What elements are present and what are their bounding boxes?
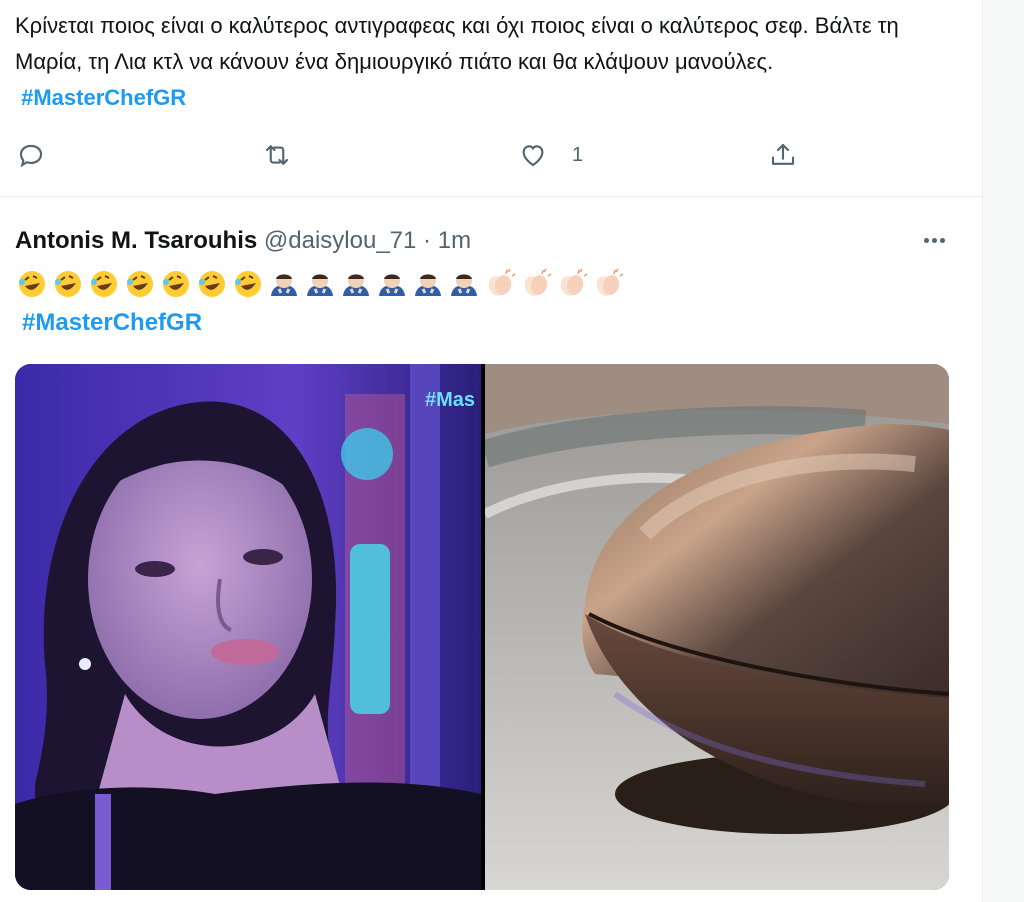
retweet-button[interactable] <box>262 140 292 170</box>
tweet-text: Κρίνεται ποιος είναι ο καλύτερος αντιγρα… <box>15 8 915 116</box>
share-button[interactable] <box>768 140 798 170</box>
hashtag-link[interactable]: #MasterChefGR <box>22 306 202 340</box>
author-name[interactable]: Antonis M. Tsarouhis <box>15 227 257 254</box>
tweet-divider <box>0 196 982 197</box>
tweet-body: Κρίνεται ποιος είναι ο καλύτερος αντιγρα… <box>15 13 899 74</box>
rofl-emoji-icon <box>55 271 81 297</box>
bowing-man-emoji-icon <box>343 274 369 296</box>
like-count: 1 <box>572 143 584 166</box>
clapping-hands-emoji-icon <box>488 268 516 296</box>
bowing-man-emoji-icon <box>451 274 477 296</box>
tweet-header: Antonis M. Tsarouhis @daisylou_71 · 1m <box>15 224 471 258</box>
like-button[interactable]: 1 <box>518 140 583 170</box>
tweet-media[interactable]: #Mas <box>15 364 949 890</box>
clapping-hands-emoji-icon <box>596 268 624 296</box>
rofl-emoji-icon <box>19 271 45 297</box>
rofl-emoji-icon <box>163 271 189 297</box>
reply-icon <box>19 144 43 168</box>
rofl-emoji-icon <box>235 271 261 297</box>
overlay-hashtag-text: #Mas <box>425 389 475 411</box>
retweet-icon <box>265 145 289 165</box>
clapping-hands-emoji-icon <box>524 268 552 296</box>
scrollbar-track[interactable] <box>982 0 1024 902</box>
reply-button[interactable] <box>16 140 46 170</box>
hashtag-link[interactable]: #MasterChefGR <box>21 85 186 110</box>
bowing-man-emoji-icon <box>307 274 333 296</box>
rofl-emoji-icon <box>91 271 117 297</box>
more-dot-icon <box>931 237 937 243</box>
share-icon <box>771 143 795 165</box>
photo-woman[interactable]: #Mas <box>15 364 481 890</box>
rofl-emoji-icon <box>127 271 153 297</box>
bowing-man-emoji-icon <box>379 274 405 296</box>
bowing-man-emoji-icon <box>271 274 297 296</box>
more-options-button[interactable] <box>918 226 950 254</box>
meta-separator: · <box>423 227 432 254</box>
tweet-timestamp[interactable]: 1m <box>438 227 471 254</box>
clapping-hands-emoji-icon <box>560 268 588 296</box>
tweet-actions: 1 <box>0 140 982 176</box>
emoji-row <box>16 268 624 300</box>
author-handle[interactable]: @daisylou_71 <box>264 227 416 254</box>
rofl-emoji-icon <box>199 271 225 297</box>
photo-dessert[interactable] <box>485 364 949 890</box>
bowing-man-emoji-icon <box>415 274 441 296</box>
more-dot-icon <box>923 237 929 243</box>
more-dot-icon <box>939 237 945 243</box>
heart-icon <box>522 145 544 167</box>
timeline: Κρίνεται ποιος είναι ο καλύτερος αντιγρα… <box>0 0 982 902</box>
